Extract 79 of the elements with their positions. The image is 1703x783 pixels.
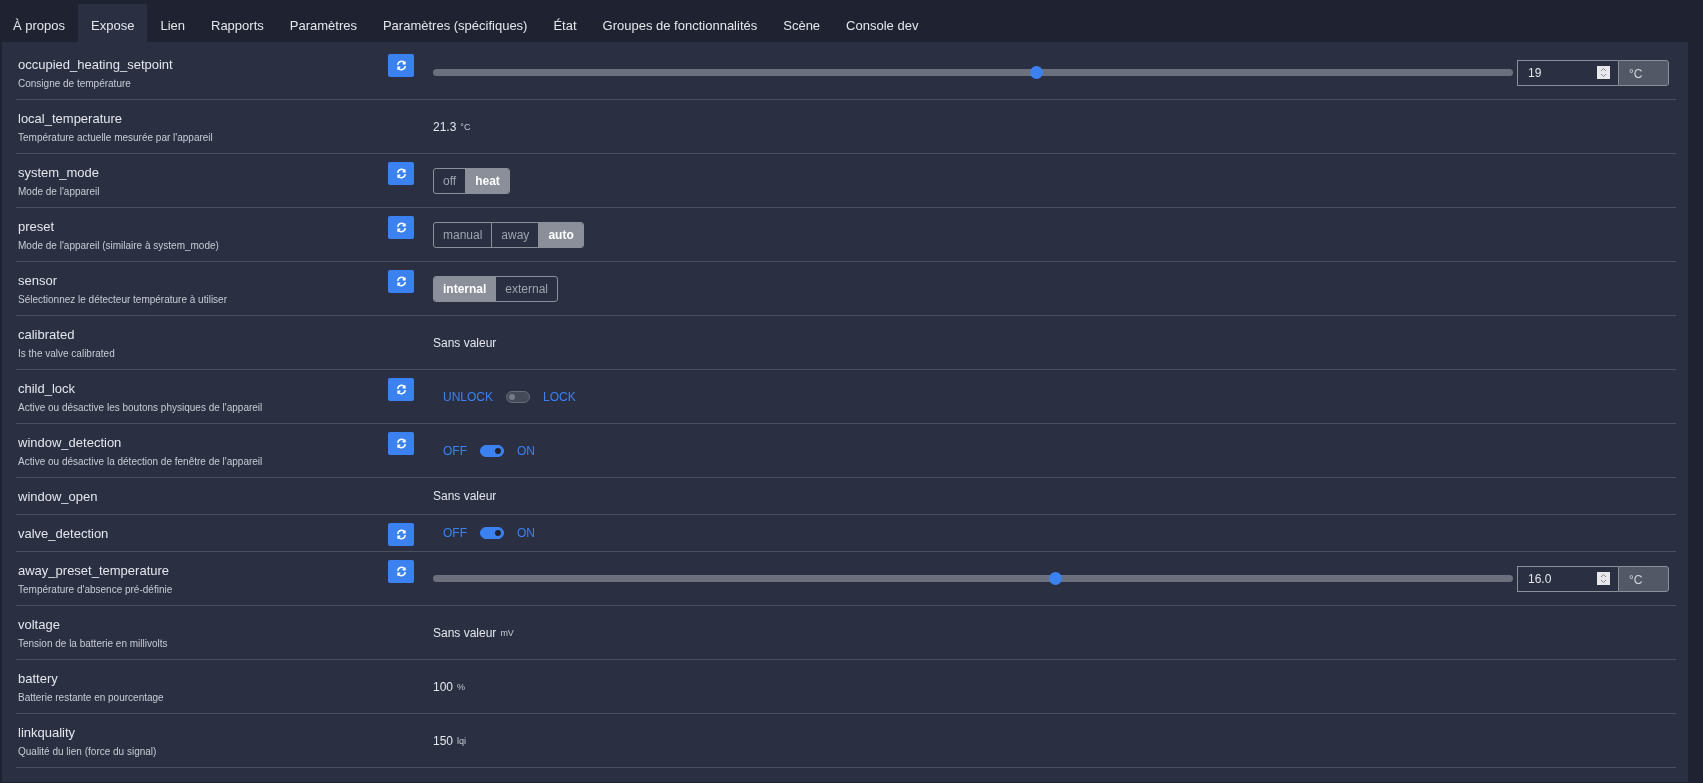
toggle-label: LOCK xyxy=(543,389,576,404)
option-button[interactable]: off xyxy=(434,168,466,193)
property-name: local_temperature xyxy=(18,110,124,126)
slider-thumb[interactable] xyxy=(1029,66,1043,79)
toggle-label: ON xyxy=(517,443,535,458)
number-input[interactable]: 16.0 xyxy=(1517,565,1618,592)
refresh-icon xyxy=(395,60,407,71)
property-description: Batterie restante en pourcentage xyxy=(18,691,165,703)
refresh-icon xyxy=(395,222,407,233)
toggle-switch[interactable] xyxy=(480,444,504,457)
unit-label: °C xyxy=(1618,565,1669,592)
refresh-icon xyxy=(395,168,407,179)
property-description: Mode de l'appareil (similaire à system_mode) xyxy=(18,239,220,251)
toggle-label: OFF xyxy=(443,526,467,540)
value-text: Sans valeur xyxy=(433,335,497,350)
toggle-label: OFF xyxy=(443,443,467,458)
unit-text: % xyxy=(457,681,466,692)
tab[interactable]: Paramètres (spécifiques) xyxy=(369,4,541,46)
property-description: Sélectionnez le détecteur température à utiliser xyxy=(18,293,228,305)
property-description: Mode de l'appareil xyxy=(18,185,101,197)
tab[interactable]: Console dev xyxy=(833,4,932,46)
refresh-button[interactable] xyxy=(388,162,414,185)
toggle-switch[interactable] xyxy=(506,390,530,403)
toggle-label: ON xyxy=(517,526,535,540)
refresh-icon xyxy=(395,566,407,577)
value-text: 150 xyxy=(433,733,454,748)
value-text: Sans valeur xyxy=(433,625,497,640)
unit-text: mV xyxy=(500,627,514,638)
refresh-icon xyxy=(395,529,407,540)
property-name: occupied_heating_setpoint xyxy=(18,56,174,72)
property-description: Température d'absence pré-définie xyxy=(18,583,174,595)
toggle-switch[interactable] xyxy=(480,527,504,539)
slider-thumb[interactable] xyxy=(1049,572,1063,585)
refresh-button[interactable] xyxy=(388,378,414,401)
option-button[interactable]: external xyxy=(495,276,558,301)
property-name: linkquality xyxy=(18,724,77,740)
tab[interactable]: Groupes de fonctionnalités xyxy=(589,4,771,46)
tab[interactable]: État xyxy=(540,4,590,46)
refresh-icon xyxy=(395,438,407,449)
property-name: calibrated xyxy=(18,326,76,342)
refresh-icon xyxy=(395,276,407,287)
property-name: sensor xyxy=(18,272,59,288)
property-name: child_lock xyxy=(18,380,77,396)
refresh-icon xyxy=(395,384,407,395)
value-text: 21.3 xyxy=(433,119,457,134)
tab[interactable]: Paramètres xyxy=(276,4,370,46)
unit-text: lqi xyxy=(457,735,467,746)
refresh-button[interactable] xyxy=(388,216,414,239)
property-name: voltage xyxy=(18,616,61,632)
unit-text: °C xyxy=(460,121,471,132)
refresh-button[interactable] xyxy=(388,432,414,455)
value-text: Sans valeur xyxy=(433,489,497,503)
property-name: window_detection xyxy=(18,434,123,450)
refresh-button[interactable] xyxy=(388,560,414,583)
property-name: window_open xyxy=(18,488,99,504)
property-description: Température actuelle mesurée par l'appareil xyxy=(18,131,214,143)
property-name: valve_detection xyxy=(18,525,110,541)
property-name: battery xyxy=(18,670,59,686)
property-description: Tension de la batterie en millivolts xyxy=(18,637,169,649)
property-description: Consigne de température xyxy=(18,77,132,89)
refresh-button[interactable] xyxy=(388,523,414,546)
refresh-button[interactable] xyxy=(388,54,414,77)
tab[interactable]: Lien xyxy=(147,4,198,46)
property-description: Active ou désactive les boutons physiques de l'appareil xyxy=(18,401,264,413)
number-input[interactable]: 19 xyxy=(1517,59,1618,86)
property-name: preset xyxy=(18,218,56,234)
option-button[interactable]: manual xyxy=(434,222,492,247)
toggle-label: UNLOCK xyxy=(443,389,493,404)
property-description: Active ou désactive la détection de fenêtre de l'appareil xyxy=(18,455,264,467)
tab[interactable]: À propos xyxy=(0,4,79,46)
tab[interactable]: Rapports xyxy=(198,4,277,46)
tab[interactable]: Scène xyxy=(770,4,834,46)
property-description: Qualité du lien (force du signal) xyxy=(18,745,158,757)
property-name: away_preset_temperature xyxy=(18,562,171,578)
property-description: Is the valve calibrated xyxy=(18,347,116,359)
unit-label: °C xyxy=(1618,59,1669,86)
value-text: 100 xyxy=(433,679,454,694)
property-name: system_mode xyxy=(18,164,100,180)
refresh-button[interactable] xyxy=(388,270,414,293)
